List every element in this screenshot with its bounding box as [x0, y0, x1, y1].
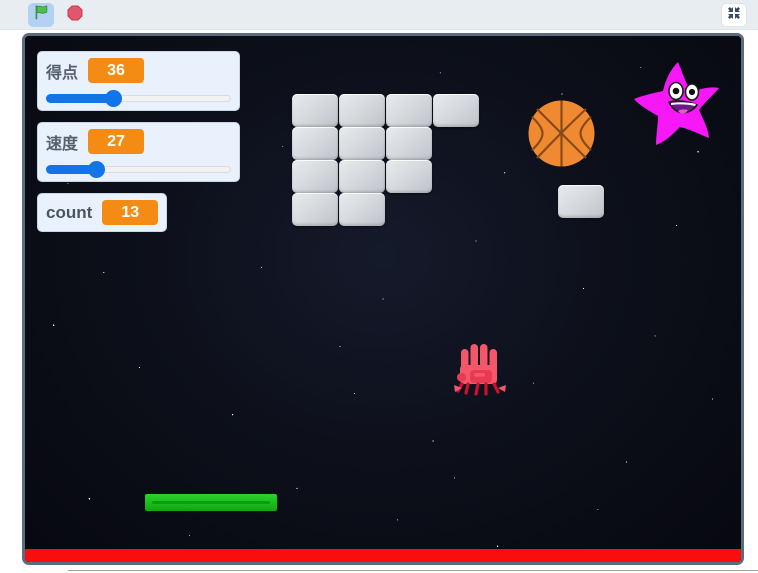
stage-toolbar: [0, 0, 758, 30]
starfish-sprite[interactable]: [631, 58, 723, 146]
brick[interactable]: [386, 127, 432, 160]
brick[interactable]: [292, 127, 338, 160]
monitor-count-label: count: [46, 202, 93, 222]
exit-fullscreen-button[interactable]: [721, 3, 747, 27]
stage-container: 得点 36 速度 27 count 13: [22, 33, 744, 565]
variable-monitor-count[interactable]: count 13: [37, 193, 168, 232]
brick[interactable]: [339, 193, 385, 226]
stop-button[interactable]: [62, 3, 88, 27]
brick[interactable]: [292, 193, 338, 226]
slider-knob[interactable]: [104, 90, 122, 107]
stage-canvas[interactable]: 得点 36 速度 27 count 13: [25, 36, 741, 562]
slider-fill: [46, 94, 113, 103]
monitor-speed-label: 速度: [46, 135, 79, 153]
brick[interactable]: [292, 160, 338, 193]
brick[interactable]: [339, 94, 385, 127]
green-paddle-sprite[interactable]: [145, 494, 277, 511]
monitor-speed-value: 27: [88, 129, 145, 154]
monitor-score-slider[interactable]: [46, 90, 231, 107]
basketball-sprite[interactable]: [528, 100, 595, 167]
bottom-divider: [68, 570, 758, 571]
variable-monitor-speed[interactable]: 速度 27: [37, 122, 240, 182]
monitor-score-row: 得点 36: [46, 58, 231, 83]
stage-controls: [28, 3, 88, 27]
shrink-fullscreen-icon: [727, 6, 741, 25]
red-hand-sprite[interactable]: [452, 343, 508, 400]
brick[interactable]: [339, 160, 385, 193]
red-floor-bar: [25, 549, 741, 562]
stop-sign-icon: [67, 5, 83, 26]
brick[interactable]: [292, 94, 338, 127]
brick[interactable]: [558, 185, 604, 218]
monitor-count-row: count 13: [46, 200, 159, 225]
brick[interactable]: [386, 94, 432, 127]
monitor-score-label: 得点: [46, 64, 79, 82]
brick[interactable]: [433, 94, 479, 127]
monitor-speed-row: 速度 27: [46, 129, 231, 154]
monitor-speed-slider[interactable]: [46, 161, 231, 178]
brick[interactable]: [339, 127, 385, 160]
green-flag-icon: [33, 4, 50, 26]
green-flag-button[interactable]: [28, 3, 54, 27]
monitor-score-value: 36: [88, 58, 145, 83]
slider-knob[interactable]: [87, 161, 105, 178]
variable-monitor-score[interactable]: 得点 36: [37, 51, 240, 111]
brick[interactable]: [386, 160, 432, 193]
monitor-count-value: 13: [102, 200, 159, 225]
